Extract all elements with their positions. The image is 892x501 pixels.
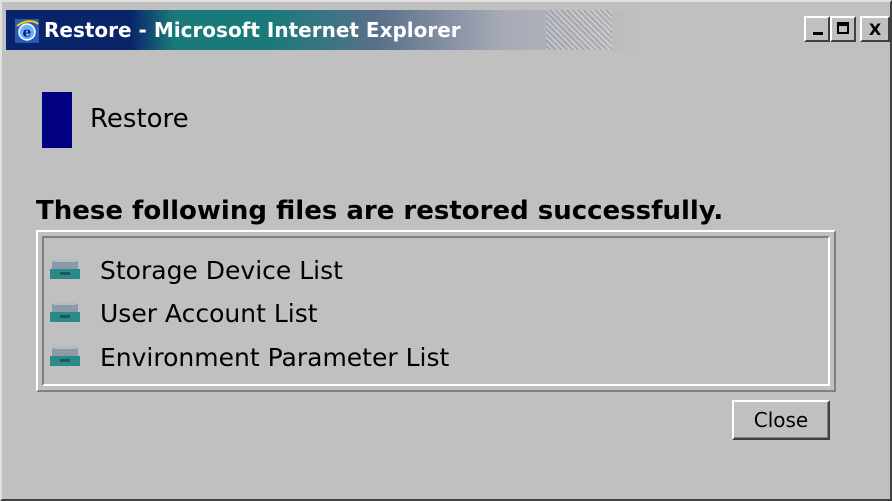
file-label: Storage Device List — [100, 255, 343, 285]
dialog-window: e Restore - Microsoft Internet Explorer … — [0, 0, 892, 501]
file-label: Environment Parameter List — [100, 342, 450, 372]
ie-icon: e — [15, 19, 39, 43]
svg-text:e: e — [23, 25, 32, 41]
list-item: Environment Parameter List — [50, 337, 449, 377]
maximize-icon — [837, 22, 849, 34]
close-icon: X — [868, 19, 882, 39]
close-button[interactable]: Close — [732, 400, 830, 440]
file-label: User Account List — [100, 298, 318, 328]
minimize-button[interactable] — [804, 16, 830, 42]
minimize-icon — [813, 32, 823, 35]
close-window-button[interactable]: X — [860, 16, 890, 42]
window-title: Restore - Microsoft Internet Explorer — [44, 18, 461, 42]
restored-file-list: Storage Device List User Account List En… — [36, 230, 836, 392]
file-drawer-icon — [50, 346, 80, 366]
heading-marker — [42, 92, 72, 148]
page-title: Restore — [90, 104, 189, 134]
file-list-frame: Storage Device List User Account List En… — [42, 236, 830, 386]
title-bar[interactable]: e Restore - Microsoft Internet Explorer … — [6, 10, 890, 50]
maximize-button[interactable] — [830, 16, 856, 42]
file-drawer-icon — [50, 302, 80, 322]
status-message: These following files are restored succe… — [36, 196, 724, 226]
file-drawer-icon — [50, 259, 80, 279]
list-item: Storage Device List — [50, 250, 343, 290]
list-item: User Account List — [50, 293, 318, 333]
title-bar-pattern — [546, 10, 612, 50]
